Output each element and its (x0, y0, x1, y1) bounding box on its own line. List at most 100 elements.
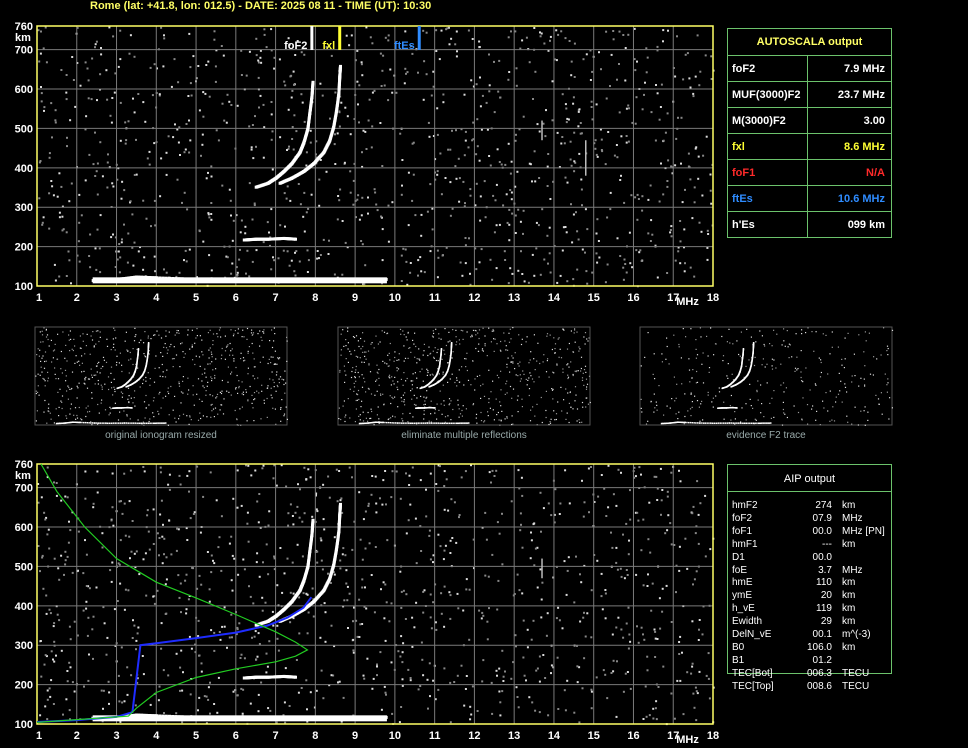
thumbnail-noise (207, 332, 209, 334)
noise-dot (499, 96, 502, 99)
thumbnail-noise (412, 373, 414, 375)
noise-dot (339, 559, 342, 562)
noise-dot (446, 27, 449, 30)
noise-dot (293, 114, 296, 117)
thumbnail-noise (261, 339, 263, 341)
noise-dot (151, 94, 154, 97)
noise-dot (618, 111, 621, 114)
noise-dot (675, 591, 677, 594)
thumbnail-noise (517, 363, 519, 365)
thumbnail-noise (389, 359, 391, 361)
ftes-marker (417, 26, 421, 50)
noise-dot (636, 218, 639, 221)
thumbnail-noise (579, 421, 581, 424)
thumbnail-noise (407, 357, 409, 359)
thumbnail-noise (145, 380, 147, 382)
noise-dot (121, 180, 124, 183)
noise-dot (417, 688, 420, 691)
thumbnail-noise (358, 415, 360, 417)
noise-dot (628, 231, 631, 234)
thumbnail-noise (802, 397, 804, 399)
noise-dot (273, 259, 276, 262)
thumbnail-noise (199, 335, 201, 337)
noise-dot (550, 672, 552, 675)
noise-dot (318, 178, 321, 181)
noise-dot (380, 85, 383, 87)
noise-dot (406, 71, 409, 74)
thumbnail-noise (47, 380, 49, 382)
noise-dot (95, 40, 98, 43)
noise-dot (654, 139, 657, 142)
thumbnail-noise (197, 378, 200, 380)
thumbnail-noise (726, 375, 728, 377)
thumbnail-noise (797, 411, 800, 414)
thumbnail-noise (390, 417, 392, 419)
thumbnail-trace (747, 422, 749, 424)
noise-dot (60, 554, 63, 557)
thumbnail-noise (411, 388, 413, 390)
thumbnail-noise (236, 424, 238, 426)
noise-dot (270, 101, 273, 103)
noise-dot (443, 470, 446, 473)
thumbnail-trace (421, 422, 423, 424)
thumbnail-noise (58, 415, 60, 417)
noise-dot (596, 261, 599, 264)
noise-dot (109, 114, 112, 117)
thumbnail-noise (60, 368, 62, 370)
thumbnail-noise (371, 342, 373, 344)
noise-dot (449, 594, 452, 597)
noise-dot (176, 527, 179, 530)
thumbnail-noise (278, 358, 280, 360)
noise-dot (573, 711, 576, 714)
noise-dot (527, 281, 530, 284)
noise-dot (262, 156, 265, 159)
noise-dot (183, 259, 185, 262)
thumbnail-noise (403, 401, 405, 403)
thumbnail-noise (394, 376, 396, 378)
thumbnail-noise (71, 348, 73, 350)
thumbnail-noise (463, 384, 465, 386)
thumbnail-noise (699, 327, 701, 329)
thumbnail-noise (702, 352, 704, 354)
noise-dot (504, 259, 507, 261)
thumbnail-noise (444, 328, 446, 330)
thumbnail-noise (274, 408, 276, 410)
thumbnail-noise (474, 378, 476, 380)
noise-dot (591, 118, 594, 121)
noise-dot (55, 482, 58, 484)
thumbnail-noise (181, 391, 183, 393)
noise-dot (341, 220, 344, 222)
thumbnail-trace (140, 422, 142, 424)
thumbnail-noise (160, 352, 162, 354)
thumbnail-trace (434, 407, 436, 409)
thumbnail-noise (368, 364, 370, 366)
thumbnail-noise (114, 402, 116, 404)
noise-dot (643, 638, 646, 641)
thumbnail-noise (249, 385, 251, 388)
thumbnail-noise (115, 337, 117, 339)
noise-dot (185, 123, 188, 125)
noise-dot (569, 140, 572, 143)
noise-dot (678, 469, 680, 472)
noise-dot (319, 254, 322, 256)
noise-dot (68, 259, 71, 262)
thumbnail-noise (221, 379, 223, 382)
thumbnail-noise (479, 374, 481, 377)
noise-dot (678, 641, 681, 643)
noise-dot (627, 33, 630, 36)
thumbnail-noise (493, 419, 495, 421)
thumbnail-trace (750, 422, 753, 424)
thumbnail-noise (381, 330, 383, 332)
noise-dot (352, 179, 355, 182)
noise-dot (255, 561, 258, 564)
thumbnail-noise (506, 417, 508, 419)
noise-dot (683, 270, 686, 273)
noise-dot (127, 232, 130, 235)
thumbnail-noise (248, 346, 250, 348)
noise-dot (564, 176, 567, 179)
noise-dot (521, 273, 524, 275)
noise-dot (248, 585, 250, 588)
noise-dot (99, 141, 102, 144)
noise-dot (108, 691, 111, 694)
noise-dot (691, 620, 694, 623)
